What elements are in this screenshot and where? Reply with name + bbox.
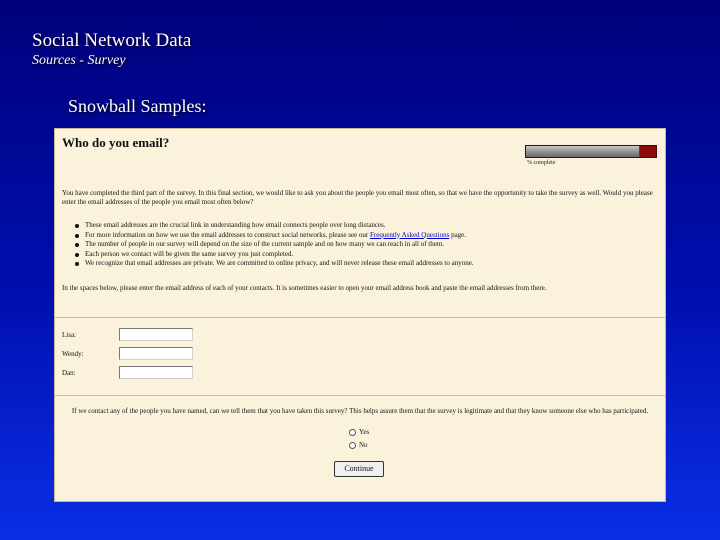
bullet-text: These email addresses are the crucial li… [85, 221, 386, 229]
slide-subtitle: Sources - Survey [32, 53, 126, 68]
progress-fill [526, 146, 641, 157]
continue-button[interactable]: Continue [334, 461, 384, 477]
list-item: These email addresses are the crucial li… [75, 221, 655, 231]
progress-label: % complete [527, 160, 556, 166]
section-heading: Snowball Samples: [68, 96, 207, 116]
radio-label: No [359, 441, 368, 450]
email-field-3[interactable] [119, 366, 193, 379]
survey-screenshot: Who do you email? % complete You have co… [54, 128, 666, 502]
divider [55, 395, 665, 396]
radio-button[interactable] [349, 441, 356, 449]
permission-question: If we contact any of the people you have… [71, 407, 649, 415]
email-field-1[interactable] [119, 328, 193, 341]
field-label: Dan: [62, 369, 76, 377]
list-item: We recognize that email addresses are pr… [75, 259, 655, 269]
radio-label: Yes [359, 428, 370, 437]
field-label: Wendy: [62, 350, 84, 358]
bullet-text: For more information on how we use the e… [85, 230, 370, 239]
radio-option-no[interactable]: No [349, 441, 368, 451]
bullet-text-after: page. [449, 230, 467, 239]
list-item: For more information on how we use the e… [75, 231, 655, 241]
form-heading: Who do you email? [62, 135, 170, 150]
slide-title: Social Network Data [32, 30, 192, 51]
divider [55, 317, 665, 318]
faq-link[interactable]: Frequently Asked Questions [370, 231, 449, 239]
intro-text: You have completed the third part of the… [62, 189, 653, 206]
info-bullets: These email addresses are the crucial li… [75, 221, 655, 269]
radio-button[interactable] [349, 428, 356, 436]
instructions-text: In the spaces below, please enter the em… [62, 284, 547, 292]
bullet-text: We recognize that email addresses are pr… [85, 259, 474, 267]
bullet-text: Each person we contact will be given the… [85, 249, 294, 258]
list-item: The number of people in our survey will … [75, 240, 655, 250]
progress-bar [525, 145, 657, 158]
field-label: Lisa: [62, 331, 76, 339]
email-field-2[interactable] [119, 347, 193, 360]
list-item: Each person we contact will be given the… [75, 250, 655, 260]
bullet-text: The number of people in our survey will … [85, 240, 445, 248]
radio-option-yes[interactable]: Yes [349, 428, 369, 438]
